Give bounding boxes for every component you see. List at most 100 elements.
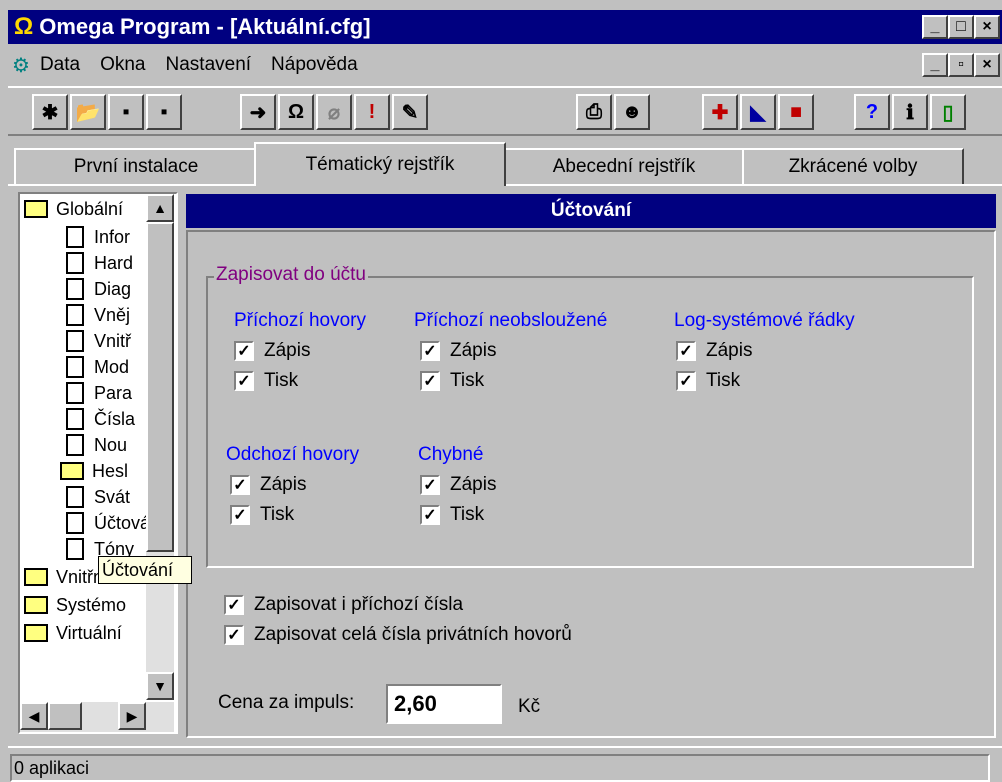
checkmark-icon: ✓	[224, 595, 244, 615]
printer-icon[interactable]: ⎙	[576, 94, 612, 130]
odchozi-zapis-checkbox[interactable]: ✓ Zápis	[230, 474, 306, 496]
tree-item[interactable]: Mod	[66, 354, 129, 380]
tab-tematicky-rejstrik[interactable]: Tématický rejstřík	[254, 142, 506, 186]
tree-item[interactable]: Vněj	[66, 302, 130, 328]
tree-item-globalni[interactable]: Globální	[24, 196, 123, 222]
person-icon[interactable]: ☻	[614, 94, 650, 130]
status-bar: 0 aplikaci	[8, 746, 1002, 782]
tree-horizontal-scrollbar[interactable]: ◀ ▶	[20, 702, 174, 732]
category-prichozi-hovory: Příchozí hovory	[234, 310, 366, 331]
document-icon	[66, 512, 84, 534]
scroll-left-icon[interactable]: ◀	[20, 702, 48, 730]
forward-arrow-icon[interactable]: ➜	[240, 94, 276, 130]
checkmark-icon: ✓	[230, 505, 250, 525]
menu-data[interactable]: Data	[40, 54, 80, 76]
checkmark-icon: ✓	[230, 475, 250, 495]
checkmark-icon: ✓	[420, 475, 440, 495]
notepad-icon[interactable]: ✎	[392, 94, 428, 130]
tree-tooltip: Účtování	[98, 556, 192, 584]
tree-item[interactable]: Infor	[66, 224, 130, 250]
exit-door-icon[interactable]: ▯	[930, 94, 966, 130]
maximize-button[interactable]: □	[948, 15, 974, 39]
child-minimize-button[interactable]: _	[922, 53, 948, 77]
prichozi-zapis-checkbox[interactable]: ✓ Zápis	[234, 340, 310, 362]
child-close-button[interactable]: ×	[974, 53, 1000, 77]
menu-napoveda[interactable]: Nápověda	[271, 54, 358, 76]
alert-omega-icon[interactable]: !	[354, 94, 390, 130]
child-restore-button[interactable]: ▫	[948, 53, 974, 77]
scroll-thumb[interactable]	[146, 222, 174, 552]
help-icon[interactable]: ?	[854, 94, 890, 130]
log-tisk-checkbox[interactable]: ✓ Tisk	[676, 370, 740, 392]
menu-nastaveni[interactable]: Nastavení	[166, 54, 252, 76]
checkmark-icon: ✓	[676, 341, 696, 361]
tab-abecedni-rejstrik[interactable]: Abecední rejstřík	[502, 148, 746, 184]
tree-item[interactable]: Para	[66, 380, 132, 406]
prichozi-tisk-checkbox[interactable]: ✓ Tisk	[234, 370, 298, 392]
toolbar: ✱ 📂 ▪ ▪ ➜ Ω ⌀ ! ✎ ⎙ ☻ ✚ ◣ ■ ? ℹ ▯	[8, 86, 1002, 136]
tree-item-folder[interactable]: Systémo	[24, 592, 126, 618]
folder-icon	[60, 462, 84, 480]
tree-item-folder[interactable]: Virtuální	[24, 620, 122, 646]
czech-flag-icon[interactable]: ◣	[740, 94, 776, 130]
link-icon[interactable]: ⌀	[316, 94, 352, 130]
info-icon[interactable]: ℹ	[892, 94, 928, 130]
checkmark-icon: ✓	[676, 371, 696, 391]
tree-item[interactable]: Diag	[66, 276, 131, 302]
hscroll-thumb[interactable]	[48, 702, 82, 730]
log-zapis-checkbox[interactable]: ✓ Zápis	[676, 340, 752, 362]
open-folder-icon	[24, 200, 48, 218]
save-icon[interactable]: ▪	[108, 94, 144, 130]
checkmark-icon: ✓	[420, 505, 440, 525]
document-icon	[66, 278, 84, 300]
scroll-up-icon[interactable]: ▲	[146, 194, 174, 222]
neobsluzene-tisk-checkbox[interactable]: ✓ Tisk	[420, 370, 484, 392]
document-icon	[66, 356, 84, 378]
document-icon	[66, 382, 84, 404]
german-flag-icon[interactable]: ■	[778, 94, 814, 130]
new-file-icon[interactable]: ✱	[32, 94, 68, 130]
tree-item-folder[interactable]: Hesl	[60, 458, 128, 484]
checkmark-icon: ✓	[234, 371, 254, 391]
open-folder-icon[interactable]: 📂	[70, 94, 106, 130]
tree-vertical-scrollbar[interactable]: ▲ ▼	[146, 194, 174, 700]
chybne-zapis-checkbox[interactable]: ✓ Zápis	[420, 474, 496, 496]
document-icon	[66, 538, 84, 560]
scroll-down-icon[interactable]: ▼	[146, 672, 174, 700]
zapisovat-cela-cisla-checkbox[interactable]: ✓ Zapisovat celá čísla privátních hovorů	[224, 624, 572, 646]
app-menu-icon[interactable]: ⚙	[12, 53, 30, 78]
omega-icon: Ω	[14, 13, 34, 40]
checkmark-icon: ✓	[420, 341, 440, 361]
price-unit: Kč	[518, 696, 541, 717]
group-title: Zapisovat do účtu	[214, 264, 368, 286]
document-icon	[66, 304, 84, 326]
checkmark-icon: ✓	[234, 341, 254, 361]
tree-item[interactable]: Čísla	[66, 406, 135, 432]
tab-strip: První instalace Tématický rejstřík Abece…	[8, 142, 1002, 186]
folder-icon	[24, 624, 48, 642]
tab-zkracene-volby[interactable]: Zkrácené volby	[742, 148, 964, 184]
chybne-tisk-checkbox[interactable]: ✓ Tisk	[420, 504, 484, 526]
document-icon	[66, 486, 84, 508]
tree-item[interactable]: Hard	[66, 250, 133, 276]
tree-item[interactable]: Vnitř	[66, 328, 131, 354]
close-button[interactable]: ×	[974, 15, 1000, 39]
zapisovat-prichozi-cisla-checkbox[interactable]: ✓ Zapisovat i příchozí čísla	[224, 594, 463, 616]
folder-icon	[24, 568, 48, 586]
tree-item[interactable]: Svát	[66, 484, 130, 510]
price-input[interactable]: 2,60	[386, 684, 502, 724]
neobsluzene-zapis-checkbox[interactable]: ✓ Zápis	[420, 340, 496, 362]
tree-item[interactable]: Nou	[66, 432, 127, 458]
menu-bar: ⚙ Data Okna Nastavení Nápověda _ ▫ ×	[8, 48, 1002, 82]
scroll-right-icon[interactable]: ▶	[118, 702, 146, 730]
odchozi-tisk-checkbox[interactable]: ✓ Tisk	[230, 504, 294, 526]
document-icon	[66, 408, 84, 430]
uk-flag-icon[interactable]: ✚	[702, 94, 738, 130]
omega-arrow-icon[interactable]: Ω	[278, 94, 314, 130]
tab-prvni-instalace[interactable]: První instalace	[14, 148, 258, 184]
title-bar: Ω Omega Program - [Aktuální.cfg] _ □ ×	[8, 10, 1002, 44]
section-header: Účtování	[186, 194, 996, 228]
menu-okna[interactable]: Okna	[100, 54, 145, 76]
save-as-icon[interactable]: ▪	[146, 94, 182, 130]
minimize-button[interactable]: _	[922, 15, 948, 39]
